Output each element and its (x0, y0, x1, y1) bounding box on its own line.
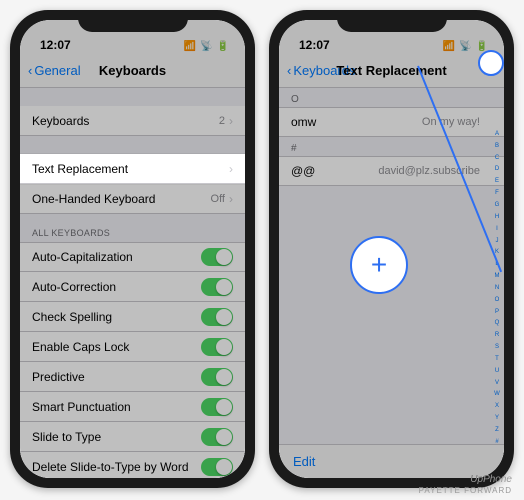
alpha-letter[interactable]: J (492, 238, 502, 244)
content: Keyboards 2 › Text Replacement › One-Han… (20, 88, 245, 478)
alpha-letter[interactable]: P (492, 309, 502, 315)
alpha-letter[interactable]: Z (492, 427, 502, 433)
alpha-letter[interactable]: H (492, 214, 502, 220)
toggle-row[interactable]: Check Spelling (20, 302, 245, 332)
replacement-row[interactable]: omw On my way! (279, 107, 504, 137)
toggle-switch[interactable] (201, 368, 233, 386)
cell-label: Keyboards (32, 114, 89, 128)
section-header: ALL KEYBOARDS (20, 214, 245, 242)
section-letter: O (279, 88, 504, 107)
back-button[interactable]: ‹ General (28, 63, 81, 78)
toggle-label: Smart Punctuation (32, 400, 131, 414)
toggle-label: Auto-Capitalization (32, 250, 133, 264)
replacement-row[interactable]: @@ david@plz.subscribe (279, 156, 504, 186)
chevron-right-icon: › (229, 114, 233, 128)
toggle-row[interactable]: Predictive (20, 362, 245, 392)
bottom-toolbar: Edit (279, 444, 504, 478)
toggle-row[interactable]: Delete Slide-to-Type by Word (20, 452, 245, 478)
cell-label: Text Replacement (32, 162, 128, 176)
alpha-letter[interactable]: G (492, 202, 502, 208)
cell-one-handed[interactable]: One-Handed Keyboard Off › (20, 184, 245, 214)
notch (337, 10, 447, 32)
toggle-row[interactable]: Slide to Type (20, 422, 245, 452)
alpha-letter[interactable]: # (492, 439, 502, 445)
status-icons: 📶 📡 🔋 (443, 41, 488, 52)
toggle-label: Predictive (32, 370, 85, 384)
section-letter: # (279, 137, 504, 156)
alpha-letter[interactable]: R (492, 332, 502, 338)
page-title: Keyboards (99, 63, 166, 78)
toggle-label: Check Spelling (32, 310, 112, 324)
alpha-letter[interactable]: U (492, 368, 502, 374)
cell-keyboards-count[interactable]: Keyboards 2 › (20, 106, 245, 136)
wifi-icon: 📡 (459, 41, 471, 52)
cell-label: One-Handed Keyboard (32, 192, 155, 206)
edit-button[interactable]: Edit (293, 454, 315, 469)
toggle-switch[interactable] (201, 398, 233, 416)
cell-detail: Off › (211, 192, 233, 206)
toggle-switch[interactable] (201, 458, 233, 476)
nav-bar: ‹ General Keyboards (20, 54, 245, 88)
alpha-letter[interactable]: I (492, 226, 502, 232)
alpha-index[interactable]: ABCDEFGHIJKLMNOPQRSTUVWXYZ# (492, 128, 502, 448)
back-label: General (34, 63, 80, 78)
alpha-letter[interactable]: B (492, 143, 502, 149)
chevron-left-icon: ‹ (287, 63, 291, 78)
page-title: Text Replacement (336, 63, 446, 78)
signal-icon: 📶 (443, 41, 455, 52)
alpha-letter[interactable]: W (492, 391, 502, 397)
toggle-label: Slide to Type (32, 430, 101, 444)
toggle-row[interactable]: Enable Caps Lock (20, 332, 245, 362)
alpha-letter[interactable]: Q (492, 320, 502, 326)
shortcut-text: omw (291, 115, 316, 129)
toggle-label: Enable Caps Lock (32, 340, 129, 354)
toggle-label: Auto-Correction (32, 280, 116, 294)
alpha-letter[interactable]: X (492, 403, 502, 409)
annotation-plus-large: + (350, 236, 408, 294)
wifi-icon: 📡 (200, 41, 212, 52)
alpha-letter[interactable]: C (492, 155, 502, 161)
status-time: 12:07 (299, 38, 330, 52)
toggle-switch[interactable] (201, 308, 233, 326)
notch (78, 10, 188, 32)
toggle-switch[interactable] (201, 248, 233, 266)
watermark: UpPhone PAYETTE FORWARD (419, 474, 512, 496)
alpha-letter[interactable]: E (492, 178, 502, 184)
cell-detail: 2 › (219, 114, 233, 128)
toggle-row[interactable]: Auto-Capitalization (20, 242, 245, 272)
alpha-letter[interactable]: V (492, 380, 502, 386)
toggle-row[interactable]: Auto-Correction (20, 272, 245, 302)
alpha-letter[interactable]: D (492, 166, 502, 172)
battery-icon: 🔋 (217, 41, 229, 52)
toggle-label: Delete Slide-to-Type by Word (32, 460, 189, 474)
cell-text-replacement[interactable]: Text Replacement › (20, 154, 245, 184)
alpha-letter[interactable]: A (492, 131, 502, 137)
alpha-letter[interactable]: Y (492, 415, 502, 421)
status-time: 12:07 (40, 38, 71, 52)
nav-bar: ‹ Keyboards Text Replacement + (279, 54, 504, 88)
toggle-switch[interactable] (201, 278, 233, 296)
alpha-letter[interactable]: T (492, 356, 502, 362)
phrase-text: On my way! (422, 116, 490, 128)
alpha-letter[interactable]: F (492, 190, 502, 196)
status-icons: 📶 📡 🔋 (184, 41, 229, 52)
screen-keyboards: 12:07 📶 📡 🔋 ‹ General Keyboards Keyboard… (20, 20, 245, 478)
alpha-letter[interactable]: S (492, 344, 502, 350)
toggle-row[interactable]: Smart Punctuation (20, 392, 245, 422)
shortcut-text: @@ (291, 164, 315, 178)
toggle-switch[interactable] (201, 428, 233, 446)
chevron-left-icon: ‹ (28, 63, 32, 78)
chevron-right-icon: › (229, 192, 233, 206)
chevron-right-icon: › (229, 162, 233, 176)
phrase-text: david@plz.subscribe (378, 165, 490, 177)
alpha-letter[interactable]: O (492, 297, 502, 303)
annotation-plus-target (478, 50, 504, 76)
toggle-switch[interactable] (201, 338, 233, 356)
phone-left: 12:07 📶 📡 🔋 ‹ General Keyboards Keyboard… (10, 10, 255, 488)
alpha-letter[interactable]: M (492, 273, 502, 279)
alpha-letter[interactable]: N (492, 285, 502, 291)
signal-icon: 📶 (184, 41, 196, 52)
